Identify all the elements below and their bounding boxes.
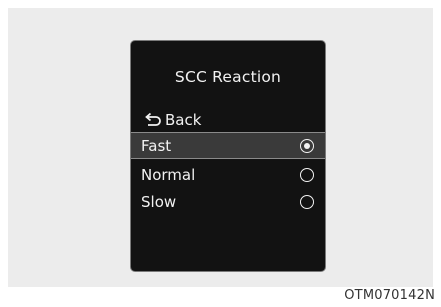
radio-unselected-icon	[300, 167, 314, 182]
option-normal[interactable]: Normal	[131, 161, 325, 188]
option-label: Normal	[141, 165, 196, 184]
option-fast[interactable]: Fast	[131, 132, 325, 159]
scc-reaction-menu: SCC Reaction Back Fast Normal Slow	[130, 40, 326, 272]
option-label: Fast	[141, 136, 172, 155]
option-slow[interactable]: Slow	[131, 188, 325, 215]
radio-selected-icon	[300, 138, 314, 153]
figure-code: OTM070142N	[344, 288, 435, 303]
option-label: Slow	[141, 192, 177, 211]
back-label: Back	[165, 111, 202, 129]
back-button[interactable]: Back	[143, 110, 201, 130]
return-arrow-icon	[143, 112, 163, 128]
radio-unselected-icon	[300, 194, 314, 209]
menu-title: SCC Reaction	[174, 68, 282, 86]
